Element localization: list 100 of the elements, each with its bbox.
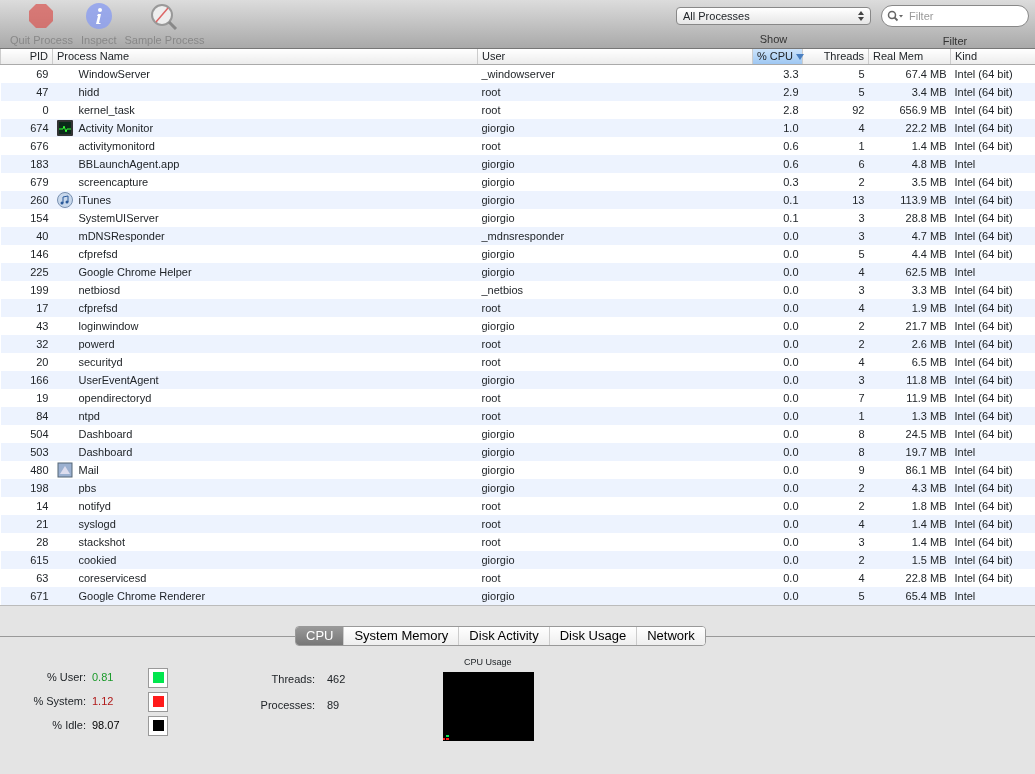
color-swatch[interactable]: [148, 715, 168, 736]
stat-value: 0.81: [92, 670, 115, 686]
table-cell-text: kernel_task: [78, 102, 135, 118]
table-cell-text: cfprefsd: [78, 300, 118, 316]
table-cell: 21: [0, 514, 53, 533]
table-cell: Intel (64 bit): [950, 514, 1035, 533]
table-cell: 6: [802, 154, 869, 173]
table-cell: 3: [802, 370, 869, 389]
column-header[interactable]: Real Mem: [868, 49, 951, 64]
table-cell: 0.0: [752, 280, 803, 299]
table-cell: 2.8: [752, 100, 803, 119]
table-cell: 5: [802, 586, 869, 605]
tab[interactable]: Network: [636, 626, 705, 645]
table-cell: 0.0: [752, 568, 803, 587]
table-cell: Intel (64 bit): [950, 352, 1035, 371]
column-header[interactable]: Process Name: [52, 49, 478, 64]
table-cell: Intel: [950, 442, 1035, 461]
table-cell: 1.4 MB: [868, 532, 951, 551]
table-cell: 3.3 MB: [868, 280, 951, 299]
column-header[interactable]: PID: [0, 49, 53, 64]
table-cell: 0.0: [752, 388, 803, 407]
table-cell-text: pbs: [78, 480, 97, 496]
table-cell: Intel (64 bit): [950, 172, 1035, 191]
table-cell: Intel (64 bit): [950, 424, 1035, 443]
table-cell: 0.0: [752, 370, 803, 389]
table-cell: 4.8 MB: [868, 154, 951, 173]
table-cell: Intel (64 bit): [950, 244, 1035, 263]
table-cell: 17: [0, 298, 53, 317]
table-cell: Intel (64 bit): [950, 226, 1035, 245]
column-header[interactable]: Threads: [802, 49, 869, 64]
table-cell: 1.0: [752, 118, 803, 137]
table-cell: _netbios: [477, 280, 753, 299]
filter-field[interactable]: Filter: [881, 5, 1029, 27]
table-cell: 0.1: [752, 208, 803, 227]
table-cell: 2: [802, 478, 869, 497]
table-cell: 113.9 MB: [868, 190, 951, 209]
tab[interactable]: Disk Usage: [548, 626, 637, 645]
stat-label: % Idle:: [51, 718, 86, 734]
table-cell-text: coreservicesd: [78, 570, 147, 586]
table-cell-text: loginwindow: [78, 318, 139, 334]
graph-title: CPU Usage: [464, 655, 512, 669]
table-cell: 0.0: [752, 532, 803, 551]
table-cell: 63: [0, 568, 53, 587]
table-cell: Intel (64 bit): [950, 298, 1035, 317]
tab[interactable]: CPU: [296, 626, 344, 645]
column-header[interactable]: Kind: [950, 49, 1035, 64]
table-cell: 5: [802, 82, 869, 101]
table-cell: 146: [0, 244, 53, 263]
table-cell: 671: [0, 586, 53, 605]
table-cell: 0.0: [752, 424, 803, 443]
stop-sign-icon: [27, 2, 56, 30]
table-cell: 92: [802, 100, 869, 119]
table-cell: 24.5 MB: [868, 424, 951, 443]
table-cell: 260: [0, 190, 53, 209]
table-cell: 0.0: [752, 406, 803, 425]
table-cell-text: syslogd: [78, 516, 116, 532]
table-cell: 4.3 MB: [868, 478, 951, 497]
table-cell: 4: [802, 352, 869, 371]
table-cell: 3.4 MB: [868, 82, 951, 101]
color-swatch[interactable]: [148, 667, 168, 688]
table-cell: 1.8 MB: [868, 496, 951, 515]
stamp-app-icon: [56, 461, 73, 478]
table-cell: Intel (64 bit): [950, 118, 1035, 137]
column-header[interactable]: User: [477, 49, 753, 64]
table-cell: Intel (64 bit): [950, 208, 1035, 227]
tab[interactable]: Disk Activity: [458, 626, 549, 645]
table-cell: Intel (64 bit): [950, 370, 1035, 389]
table-cell: 0.0: [752, 496, 803, 515]
table-cell: 3: [802, 208, 869, 227]
table-cell: Intel (64 bit): [950, 406, 1035, 425]
table-cell: 674: [0, 118, 53, 137]
table-cell: 1.5 MB: [868, 550, 951, 569]
table-cell: 40: [0, 226, 53, 245]
table-cell: 28.8 MB: [868, 208, 951, 227]
table-cell: Intel: [950, 586, 1035, 605]
table-cell: 69: [0, 64, 53, 83]
table-cell: 67.4 MB: [868, 64, 951, 83]
show-dropdown[interactable]: All Processes: [676, 7, 871, 25]
table-cell: 22.2 MB: [868, 118, 951, 137]
table-cell: 5: [802, 64, 869, 83]
table-cell: 4: [802, 568, 869, 587]
table-cell: 3: [802, 532, 869, 551]
table-cell: 47: [0, 82, 53, 101]
stat-label: % User:: [45, 670, 86, 686]
table-cell: 20: [0, 352, 53, 371]
table-cell-text: powerd: [78, 336, 115, 352]
column-header[interactable]: % CPU: [752, 49, 803, 64]
table-cell: 2.9: [752, 82, 803, 101]
table-cell: 84: [0, 406, 53, 425]
table-cell: Intel (64 bit): [950, 388, 1035, 407]
stepper-arrows-icon: [858, 11, 864, 21]
tab[interactable]: System Memory: [343, 626, 459, 645]
table-cell: 3.3: [752, 64, 803, 83]
table-cell: 615: [0, 550, 53, 569]
table-cell: 679: [0, 172, 53, 191]
color-swatch[interactable]: [148, 691, 168, 712]
magnifier-icon: [150, 2, 179, 30]
table-cell: Intel (64 bit): [950, 136, 1035, 155]
table-cell: 504: [0, 424, 53, 443]
table-cell: Intel (64 bit): [950, 478, 1035, 497]
